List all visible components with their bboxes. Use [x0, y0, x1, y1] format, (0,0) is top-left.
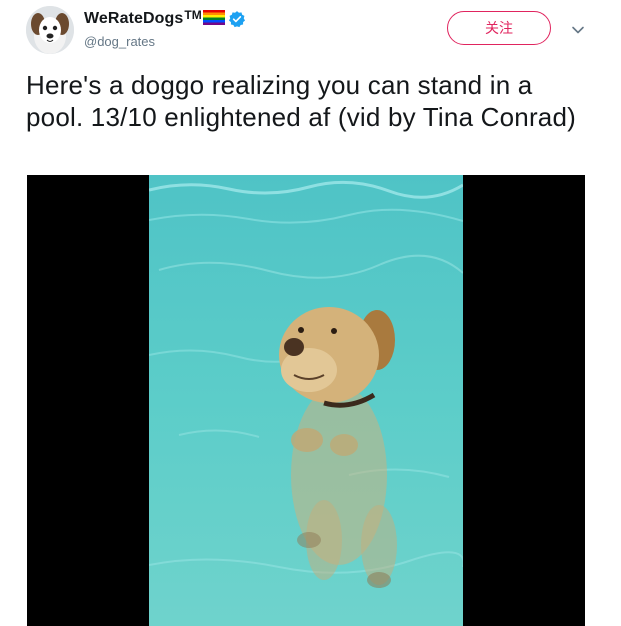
trademark-label: TM [184, 8, 202, 22]
rainbow-flag-icon [202, 9, 225, 25]
account-name-line[interactable]: WeRateDogs TM [84, 8, 246, 29]
video-player[interactable] [27, 175, 585, 626]
chevron-down-icon[interactable] [568, 20, 588, 40]
follow-button[interactable]: 关注 [447, 11, 551, 45]
video-frame [148, 175, 465, 626]
account-handle[interactable]: @dog_rates [84, 34, 155, 49]
display-name[interactable]: WeRateDogs [84, 10, 183, 28]
tweet-text: Here's a doggo realizing you can stand i… [26, 70, 576, 132]
avatar[interactable] [26, 6, 74, 54]
tweet-header: WeRateDogs TM @dog_rates 关注 [0, 0, 621, 60]
verified-badge-icon [228, 10, 246, 28]
